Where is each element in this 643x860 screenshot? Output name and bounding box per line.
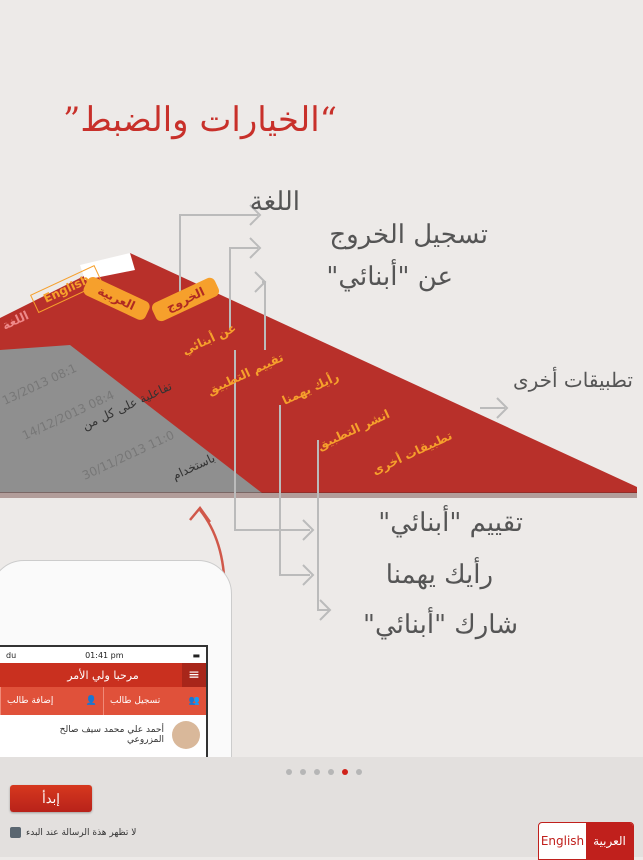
page-dot[interactable] (314, 769, 320, 775)
users-icon: 👥 (188, 696, 200, 706)
dont-show-label: لا تظهر هذة الرسالة عند البدء (26, 827, 137, 838)
page-dot[interactable] (342, 769, 348, 775)
student-row[interactable]: أحمد علي محمد سيف صالح المزروعي (0, 715, 206, 755)
battery-icon: ▬ (192, 650, 200, 660)
page-indicator (286, 769, 362, 775)
callout-logout: تسجيل الخروج (329, 220, 488, 250)
callout-about: عن "أبنائي" (326, 262, 453, 292)
callout-feedback: رأيك يهمنا (385, 560, 493, 590)
status-bar: du 01:41 pm ▬ (0, 647, 206, 663)
callout-language: اللغة (249, 187, 300, 217)
page-dot[interactable] (286, 769, 292, 775)
time: 01:41 pm (85, 650, 124, 660)
student-name: أحمد علي محمد سيف صالح المزروعي (59, 725, 164, 745)
header-title: مرحبا ولي الأمر (67, 668, 139, 682)
start-button[interactable]: إبدأ (10, 785, 92, 812)
label: إضافة طالب (7, 696, 54, 706)
page-dot[interactable] (356, 769, 362, 775)
label: تسجيل طالب (110, 696, 161, 706)
phone-screen: du 01:41 pm ▬ ≡ مرحبا ولي الأمر 👤 إضافة ط… (0, 645, 208, 764)
english-button[interactable]: English (539, 823, 586, 859)
add-user-icon: 👤 (85, 696, 97, 706)
menu-icon[interactable]: ≡ (182, 663, 206, 687)
app-header: ≡ مرحبا ولي الأمر (0, 663, 206, 687)
callout-rate: تقييم "أبنائي" (378, 508, 523, 538)
carrier: du (6, 650, 17, 660)
language-toggle[interactable]: English العربية (538, 822, 634, 860)
callout-share: شارك "أبنائي" (362, 610, 518, 640)
register-student-button[interactable]: 👥 تسجيل طالب (103, 687, 206, 715)
arabic-button[interactable]: العربية (586, 823, 633, 859)
dont-show-checkbox[interactable]: لا تظهر هذة الرسالة عند البدء (10, 827, 136, 838)
page-dot[interactable] (300, 769, 306, 775)
checkbox[interactable] (10, 827, 21, 838)
page-dot[interactable] (328, 769, 334, 775)
add-student-button[interactable]: 👤 إضافة طالب (0, 687, 103, 715)
callout-other-apps: تطبيقات أخرى (512, 368, 633, 392)
avatar (172, 721, 200, 749)
